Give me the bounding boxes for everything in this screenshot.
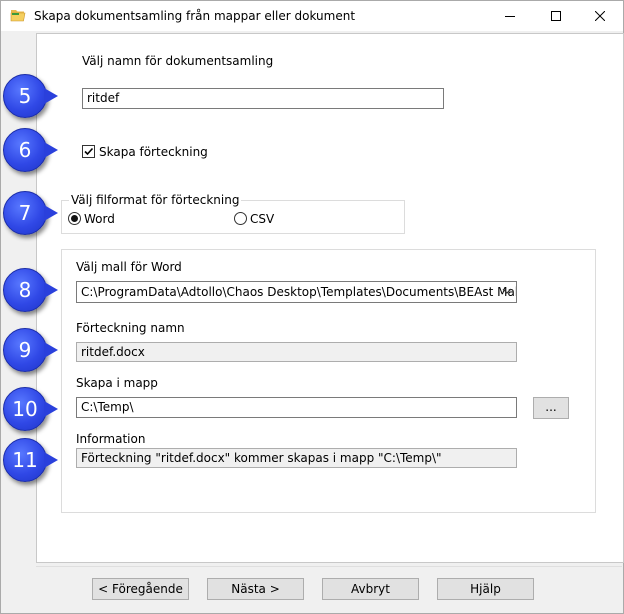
format-word-label[interactable]: Word <box>84 212 115 226</box>
callout-badge: 6 <box>3 128 58 172</box>
maximize-button[interactable] <box>533 1 579 31</box>
index-name-label: Förteckning namn <box>76 321 185 335</box>
create-index-label[interactable]: Skapa förteckning <box>99 145 208 159</box>
create-index-checkbox[interactable] <box>82 145 95 158</box>
minimize-icon <box>505 16 515 17</box>
callout-badge: 5 <box>3 74 58 118</box>
maximize-icon <box>551 11 561 21</box>
dialog-window: Skapa dokumentsamling från mappar eller … <box>0 0 624 614</box>
button-bar: < Föregående Nästa > Avbryt Hjälp <box>36 566 622 613</box>
cancel-button[interactable]: Avbryt <box>322 578 419 600</box>
browse-folder-button[interactable]: ... <box>533 397 569 419</box>
title-bar[interactable]: Skapa dokumentsamling från mappar eller … <box>1 1 623 31</box>
chevron-down-icon <box>502 288 512 294</box>
next-button[interactable]: Nästa > <box>207 578 304 600</box>
format-csv-label[interactable]: CSV <box>250 212 274 226</box>
format-word-radio[interactable] <box>68 212 81 225</box>
help-button[interactable]: Hjälp <box>437 578 534 600</box>
radio-dot <box>71 215 78 222</box>
window-title: Skapa dokumentsamling från mappar eller … <box>34 9 356 23</box>
file-format-legend: Välj filformat för förteckning <box>69 193 242 207</box>
information-label: Information <box>76 432 146 446</box>
template-value: C:\ProgramData\Adtollo\Chaos Desktop\Tem… <box>81 285 517 299</box>
template-select[interactable]: C:\ProgramData\Adtollo\Chaos Desktop\Tem… <box>76 281 517 303</box>
callout-badge: 11 <box>3 438 58 482</box>
callout-badge: 8 <box>3 268 58 312</box>
callout-badge: 10 <box>3 387 58 431</box>
folder-input[interactable]: C:\Temp\ <box>76 397 517 418</box>
callout-badge: 7 <box>3 191 58 235</box>
information-field: Förteckning "ritdef.docx" kommer skapas … <box>76 448 517 468</box>
close-icon <box>595 11 605 21</box>
wizard-content: Välj namn för dokumentsamling ritdef Ska… <box>36 33 624 563</box>
back-button[interactable]: < Föregående <box>92 578 189 600</box>
folder-label: Skapa i mapp <box>76 376 158 390</box>
folder-icon <box>10 10 26 22</box>
index-name-field: ritdef.docx <box>76 342 517 362</box>
collection-name-input[interactable]: ritdef <box>82 88 444 109</box>
close-button[interactable] <box>577 1 623 31</box>
checkmark-icon <box>84 147 94 156</box>
minimize-button[interactable] <box>487 1 533 31</box>
format-csv-radio[interactable] <box>234 212 247 225</box>
collection-name-label: Välj namn för dokumentsamling <box>82 54 274 68</box>
callout-badge: 9 <box>3 328 58 372</box>
template-label: Välj mall för Word <box>76 260 182 274</box>
